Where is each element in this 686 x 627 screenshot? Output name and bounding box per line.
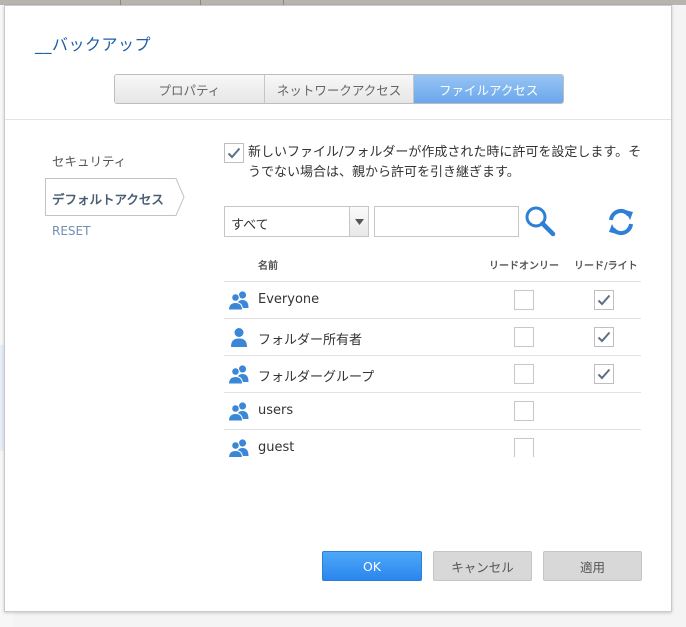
column-header-read-only: リードオンリー xyxy=(489,261,559,272)
read-only-checkbox[interactable] xyxy=(514,364,534,384)
nav-default-access-label: デフォルトアクセス xyxy=(52,192,164,207)
user-icon xyxy=(231,328,247,347)
user-type-select-value: すべて xyxy=(231,218,269,233)
nav-default-access[interactable]: デフォルトアクセス xyxy=(45,178,185,216)
table-row: フォルダー所有者 xyxy=(224,318,641,355)
row-name: フォルダー所有者 xyxy=(258,333,363,348)
chevron-down-icon xyxy=(349,207,368,236)
read-write-checkbox[interactable] xyxy=(594,290,614,310)
row-name: guest xyxy=(258,440,295,455)
group-icon xyxy=(228,402,249,421)
refresh-icon[interactable] xyxy=(606,207,636,237)
table-row: Everyone xyxy=(224,281,641,318)
tab-bar: プロパティ ネットワークアクセス ファイルアクセス xyxy=(114,74,564,104)
row-name: users xyxy=(258,403,294,418)
row-name: Everyone xyxy=(258,292,320,307)
column-header-name: 名前 xyxy=(258,261,278,272)
group-icon xyxy=(228,365,249,384)
cancel-button[interactable]: キャンセル xyxy=(433,551,532,581)
read-only-checkbox[interactable] xyxy=(514,327,534,347)
nav-security[interactable]: セキュリティ xyxy=(52,151,126,170)
checkmark-icon xyxy=(597,368,611,380)
nav-reset[interactable]: RESET xyxy=(52,224,90,238)
row-name: フォルダーグループ xyxy=(258,370,375,385)
search-input[interactable] xyxy=(374,206,519,237)
read-write-checkbox[interactable] xyxy=(594,327,614,347)
checkmark-icon xyxy=(597,331,611,343)
inherit-permissions-label: 新しいファイル/フォルダーが作成された時に許可を設定します。そうでない場合は、親… xyxy=(248,145,642,180)
group-icon xyxy=(228,439,249,457)
read-only-checkbox[interactable] xyxy=(514,290,534,310)
table-row: users xyxy=(224,392,641,429)
read-only-checkbox[interactable] xyxy=(514,438,534,457)
checkmark-icon xyxy=(227,147,241,159)
dialog-title: __バックアップ xyxy=(35,35,152,54)
tab-file-access[interactable]: ファイルアクセス xyxy=(414,75,563,103)
apply-button[interactable]: 適用 xyxy=(543,551,642,581)
table-row: フォルダーグループ xyxy=(224,355,641,392)
divider xyxy=(5,119,671,120)
table-row: guest xyxy=(224,429,641,457)
tab-properties[interactable]: プロパティ xyxy=(115,75,265,103)
read-only-checkbox[interactable] xyxy=(514,401,534,421)
read-write-checkbox[interactable] xyxy=(594,364,614,384)
inherit-permissions-checkbox[interactable] xyxy=(224,143,244,163)
column-header-read-write: リード/ライト xyxy=(574,261,638,272)
properties-dialog: __バックアップ プロパティ ネットワークアクセス ファイルアクセス セキュリテ… xyxy=(4,5,672,612)
checkmark-icon xyxy=(597,294,611,306)
search-icon[interactable] xyxy=(523,204,557,238)
tab-network-access[interactable]: ネットワークアクセス xyxy=(264,75,415,103)
ok-button[interactable]: OK xyxy=(322,551,422,581)
user-type-select[interactable]: すべて xyxy=(224,206,369,237)
group-icon xyxy=(228,291,249,310)
